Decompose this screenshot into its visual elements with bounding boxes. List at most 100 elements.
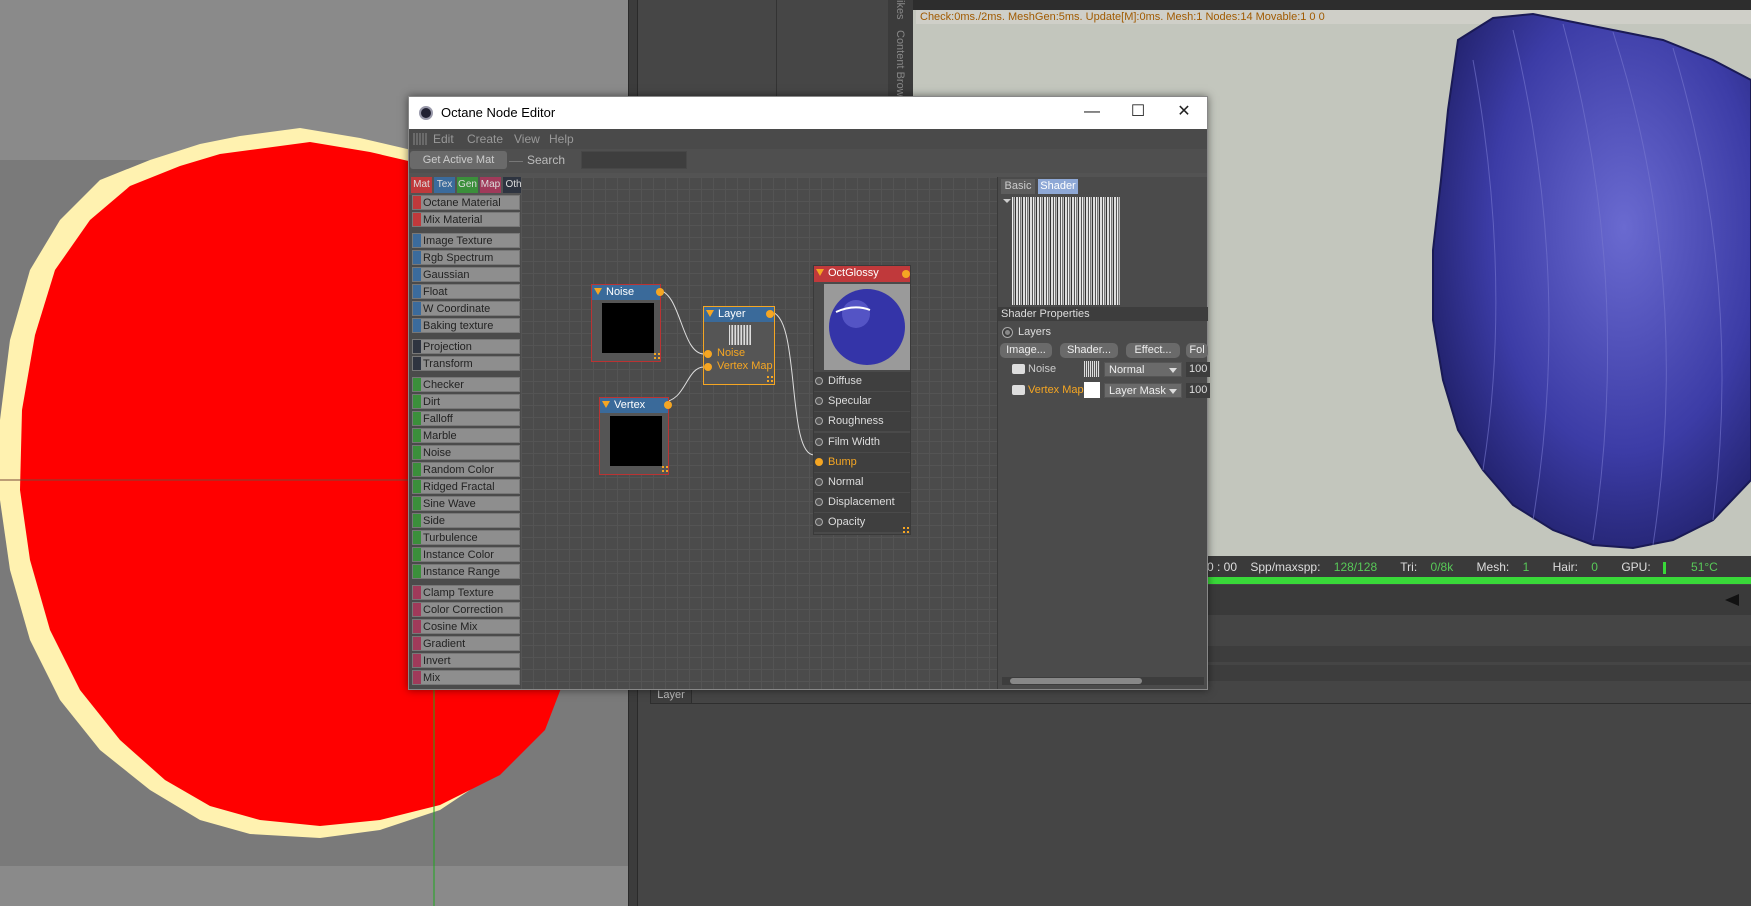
layer-node[interactable]: Layer Noise Vertex Map [703,306,775,385]
node-list-item[interactable]: Clamp Texture [412,585,520,600]
shader-button[interactable]: Shader... [1060,343,1118,358]
window-titlebar[interactable]: Octane Node Editor — ☐ ✕ [409,97,1207,129]
maximize-button[interactable]: ☐ [1115,97,1161,129]
slot-input-pin[interactable] [815,437,823,446]
effect-button[interactable]: Effect... [1126,343,1180,358]
menu-view[interactable]: View [514,132,540,146]
resize-handle-icon[interactable] [903,527,909,533]
layer-output-pin[interactable] [766,310,774,318]
get-active-mat-button[interactable]: Get Active Mat [410,151,507,169]
node-list-item[interactable]: Invert [412,653,520,668]
layer-input-pin-vertex-map[interactable] [704,363,712,371]
category-stripe [413,548,421,561]
layer-input-pin-noise[interactable] [704,350,712,358]
node-list-item[interactable]: W Coordinate [412,301,520,316]
node-list-item[interactable]: Random Color [412,462,520,477]
node-list-item-label: Falloff [423,413,453,425]
side-tab-likes[interactable]: ikes [894,0,906,20]
side-tab-content-browser[interactable]: Content Brow [894,30,906,97]
horizontal-scrollbar[interactable] [1002,677,1204,685]
category-stripe [413,637,421,650]
menu-help[interactable]: Help [549,132,574,146]
node-list-item[interactable]: Dirt [412,394,520,409]
node-list-item[interactable]: Octane Material [412,195,520,210]
octglossy-output-pin[interactable] [902,270,910,278]
node-list-item-label: Gradient [423,638,466,650]
node-list-item[interactable]: Float [412,284,520,299]
folder-button[interactable]: Fol [1186,343,1208,358]
node-list-item[interactable]: Sine Wave [412,496,520,511]
node-list-item[interactable]: Checker [412,377,520,392]
layer-row-vertex-map[interactable]: Vertex Map Layer Mask 100 [1008,382,1210,400]
slot-input-pin[interactable] [815,498,823,507]
visibility-eye-icon[interactable] [1012,385,1025,395]
category-tab-map[interactable]: Map [480,177,501,193]
collapse-arrow-icon[interactable] [1723,592,1743,608]
node-graph-canvas[interactable]: Noise Vertex Layer Noise Vertex Map OctG… [521,177,997,689]
resize-handle-icon[interactable] [662,466,668,472]
timeline-row[interactable] [1203,585,1751,615]
search-input[interactable] [581,151,687,169]
node-list-item[interactable]: Noise [412,445,520,460]
category-stripe [413,268,421,281]
blend-mode-dropdown[interactable]: Normal [1104,362,1182,377]
hair-label: Hair: 0 [1552,560,1598,574]
minimize-button[interactable]: — [1069,97,1115,129]
slot-input-pin[interactable] [815,518,823,527]
close-button[interactable]: ✕ [1161,97,1207,129]
node-list-item[interactable]: Color Correction [412,602,520,617]
octane-node-editor-window[interactable]: Octane Node Editor — ☐ ✕ Edit Create Vie… [408,96,1210,690]
node-list-item[interactable]: Baking texture [412,318,520,333]
noise-output-pin[interactable] [656,288,664,296]
visibility-eye-icon[interactable] [1012,364,1025,374]
node-list-item[interactable]: Instance Color [412,547,520,562]
slot-input-pin[interactable] [815,377,823,385]
slot-input-pin[interactable] [815,478,823,486]
opacity-field[interactable]: 100 [1186,362,1210,377]
menu-create[interactable]: Create [467,132,503,146]
slot-input-pin[interactable] [815,457,823,466]
image-button[interactable]: Image... [1000,343,1052,358]
node-list-item[interactable]: Ridged Fractal [412,479,520,494]
category-stripe [413,340,421,353]
node-list-item[interactable]: Gaussian Spectrum [412,267,520,296]
node-list-item[interactable]: Marble [412,428,520,443]
scrollbar-thumb[interactable] [1010,678,1142,684]
node-list-item[interactable]: Rgb Spectrum [412,250,520,265]
layer-thumbnail [1084,361,1100,377]
menu-edit[interactable]: Edit [433,132,454,146]
node-list-item[interactable]: Projection [412,339,520,354]
layers-radio[interactable] [1002,327,1013,338]
octglossy-node[interactable]: OctGlossy Diffuse Specular Roughness Film W… [813,265,911,535]
resize-handle-icon[interactable] [767,376,773,382]
menu-grip-icon[interactable] [413,133,427,145]
category-tab-gen[interactable]: Gen [457,177,478,193]
tab-shader[interactable]: Shader [1038,179,1078,194]
opacity-field[interactable]: 100 [1186,383,1210,398]
layer-node-title: Layer [718,308,746,320]
node-type-list[interactable]: Octane Material Mix Material Image Texture… [409,195,521,689]
blend-mode-dropdown[interactable]: Layer Mask [1104,383,1182,398]
resize-handle-icon[interactable] [654,353,660,359]
node-list-item[interactable]: Cosine Mix [412,619,520,634]
noise-node[interactable]: Noise [591,284,664,362]
vertex-output-pin[interactable] [664,401,672,409]
tab-basic[interactable]: Basic [1001,179,1035,194]
slot-input-pin[interactable] [815,417,823,426]
category-tab-mat[interactable]: Mat [411,177,432,193]
node-list-item[interactable]: Turbulence [412,530,520,545]
node-list-item[interactable]: Instance Range [412,564,520,579]
node-list-item[interactable]: Side [412,513,520,528]
category-stripe [413,234,421,247]
category-tab-tex[interactable]: Tex [434,177,455,193]
node-list-item[interactable]: Mix Material [412,212,520,227]
preview-collapse-icon[interactable] [1003,199,1011,203]
node-list-item[interactable]: Gradient [412,636,520,651]
node-list-item[interactable]: Mix [412,670,520,685]
slot-input-pin[interactable] [815,397,823,406]
vertex-node[interactable]: Vertex [599,397,672,475]
node-list-item[interactable]: Image Texture [412,233,520,248]
node-list-item[interactable]: Falloff [412,411,520,426]
layer-row-noise[interactable]: Noise Normal 100 [1008,361,1210,379]
node-list-item[interactable]: Transform [412,356,520,371]
